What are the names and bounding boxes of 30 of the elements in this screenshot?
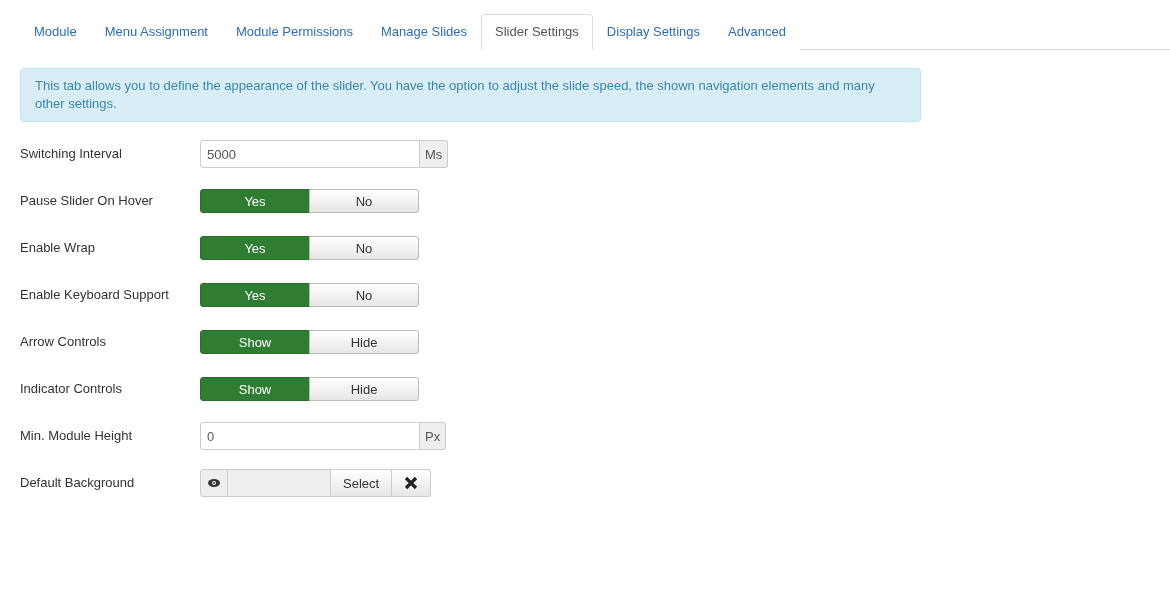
field-label: Enable Wrap bbox=[20, 239, 96, 255]
unit-addon: Px bbox=[420, 422, 447, 450]
preview-addon[interactable] bbox=[200, 469, 228, 497]
image-path-field[interactable] bbox=[228, 469, 331, 497]
toggle-option[interactable]: Show bbox=[200, 330, 310, 354]
toggle-option[interactable]: Yes bbox=[200, 283, 310, 307]
eye-icon bbox=[208, 479, 220, 487]
toggle-option[interactable]: No bbox=[309, 236, 419, 260]
field-label: Switching Interval bbox=[20, 145, 123, 161]
unit-addon: Ms bbox=[420, 140, 449, 168]
toggle-option[interactable]: No bbox=[309, 283, 419, 307]
toggle-option[interactable]: Yes bbox=[200, 189, 310, 213]
select-button[interactable]: Select bbox=[331, 469, 393, 497]
toggle-option[interactable]: No bbox=[309, 189, 419, 213]
close-icon bbox=[404, 476, 419, 490]
field-label: Arrow Controls bbox=[20, 333, 107, 349]
clear-button[interactable] bbox=[392, 469, 432, 497]
field-label: Min. Module Height bbox=[20, 427, 133, 443]
field-label: Indicator Controls bbox=[20, 380, 123, 396]
field-label: Pause Slider On Hover bbox=[20, 192, 154, 208]
tab[interactable]: Slider Settings bbox=[481, 14, 593, 50]
field-label: Enable Keyboard Support bbox=[20, 286, 170, 302]
toggle-option[interactable]: Hide bbox=[309, 377, 419, 401]
field-label: Default Background bbox=[20, 474, 136, 490]
info-alert: This tab allows you to define the appearance of the slider. You have the option to adjust the slide speed, the shown navigation elements and many other settings. bbox=[20, 68, 921, 122]
text-field[interactable]: 0 bbox=[200, 422, 420, 450]
toggle-option[interactable]: Yes bbox=[200, 236, 310, 260]
toggle-option[interactable]: Hide bbox=[309, 330, 419, 354]
text-field[interactable]: 5000 bbox=[200, 140, 420, 168]
toggle-option[interactable]: Show bbox=[200, 377, 310, 401]
